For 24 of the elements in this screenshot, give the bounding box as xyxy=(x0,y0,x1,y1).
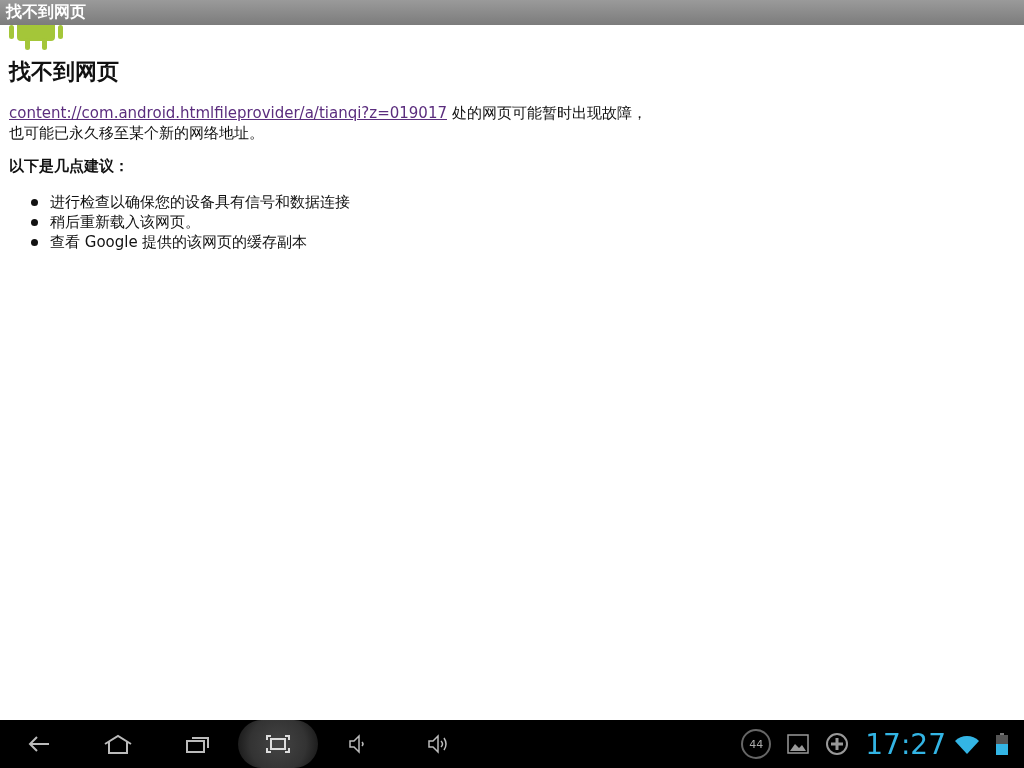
screenshot-button[interactable] xyxy=(238,720,318,768)
progress-ring-notification[interactable]: 44 xyxy=(741,729,772,759)
page-heading: 找不到网页 xyxy=(9,58,120,86)
recent-apps-icon xyxy=(186,735,210,753)
battery-icon xyxy=(996,733,1008,755)
page-link[interactable]: content://com.android.htmlfileprovider/a/tianqi?z=019017 xyxy=(9,104,447,122)
suggestion-text: 稍后重新载入该网页。 xyxy=(50,212,200,232)
picture-icon[interactable] xyxy=(787,734,810,754)
back-arrow-icon xyxy=(27,735,51,753)
suggestions-heading: 以下是几点建议： xyxy=(9,157,130,176)
home-icon xyxy=(103,734,133,754)
suggestion-text: 进行检查以确保您的设备具有信号和数据连接 xyxy=(50,192,350,212)
bullet-icon xyxy=(31,238,38,246)
android-robot-icon xyxy=(9,25,63,51)
error-message: content://com.android.htmlfileprovider/a/tianqi?z=019017 处的网页可能暂时出现故障， 也可能已永久移至某个新的网络地址。 xyxy=(9,103,648,143)
clock-time: 17:27 xyxy=(865,727,946,761)
bullet-icon xyxy=(31,218,38,226)
plus-circle-icon[interactable] xyxy=(825,732,850,756)
bullet-icon xyxy=(31,198,38,206)
screenshot-icon xyxy=(266,735,290,753)
window-title: 找不到网页 xyxy=(6,2,86,23)
volume-up-icon xyxy=(427,734,449,754)
suggestion-text: 查看 Google 提供的该网页的缓存副本 xyxy=(50,232,308,252)
wifi-icon xyxy=(954,734,980,754)
